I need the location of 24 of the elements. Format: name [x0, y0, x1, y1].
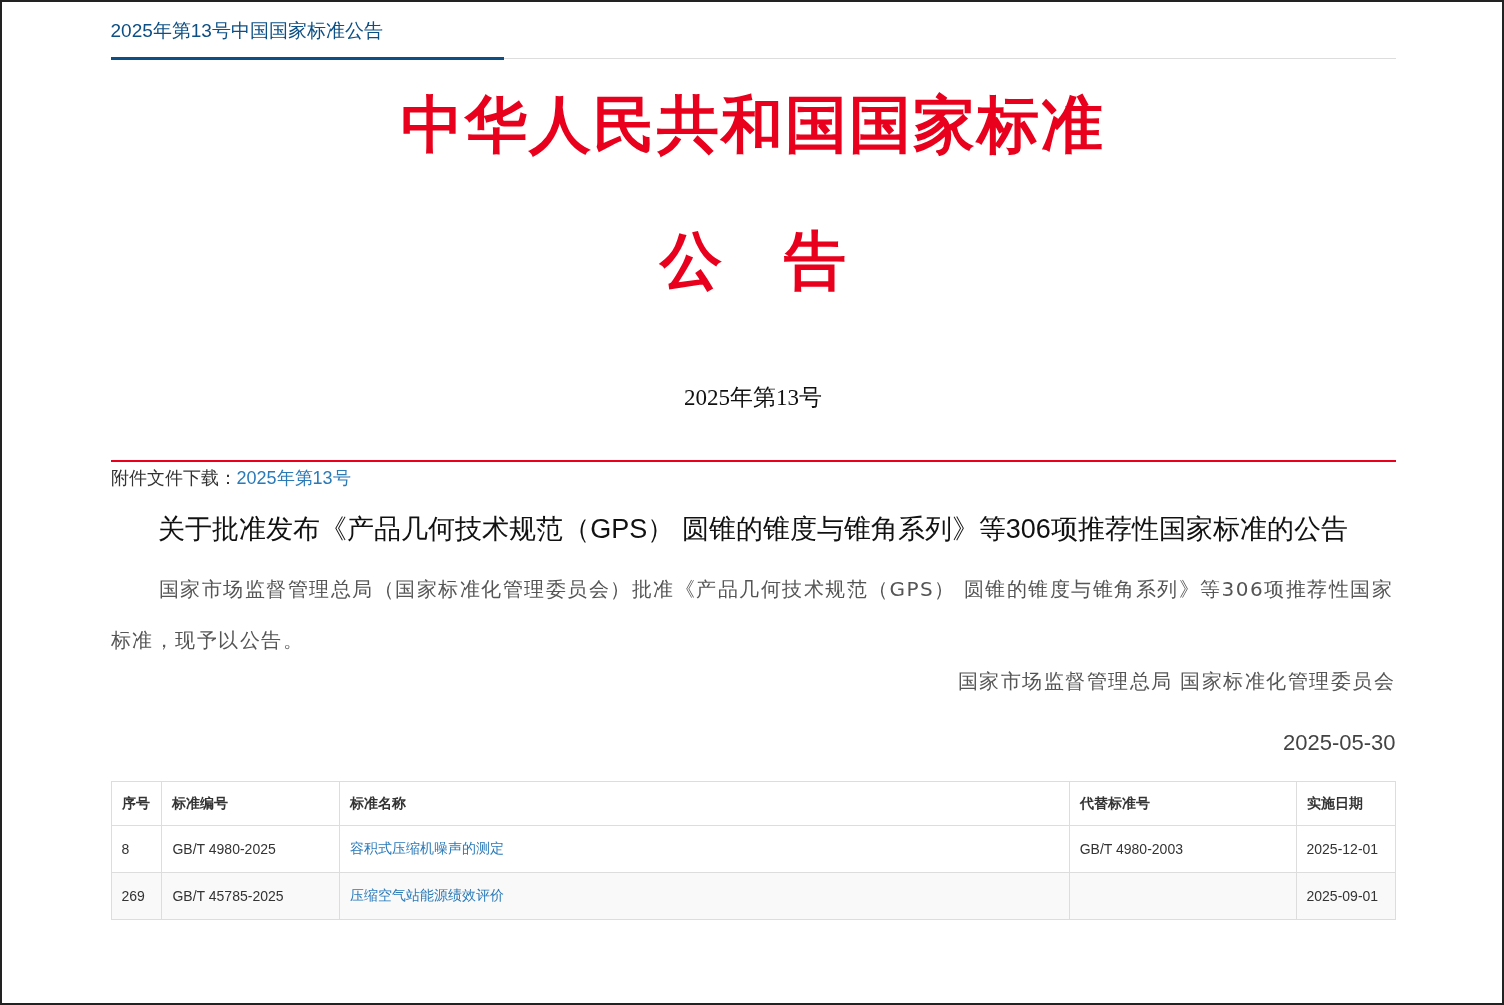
column-header: 标准名称	[339, 781, 1070, 826]
table-cell: 269	[111, 872, 162, 920]
table-cell: GB/T 4980-2003	[1069, 825, 1296, 873]
issuer-text: 国家市场监督管理总局 国家标准化管理委员会	[956, 668, 1396, 695]
table-cell: 8	[111, 825, 162, 873]
column-header: 序号	[111, 781, 162, 826]
issue-date: 2025-05-30	[1281, 729, 1396, 757]
column-header: 标准编号	[162, 781, 340, 826]
table-cell: GB/T 4980-2025	[162, 825, 340, 873]
attachment-label: 附件文件下载：	[110, 467, 237, 490]
column-header: 实施日期	[1296, 781, 1395, 826]
table-cell: 2025-09-01	[1296, 872, 1395, 920]
announcement-number: 2025年第13号	[683, 384, 823, 412]
table-cell: GB/T 45785-2025	[162, 872, 340, 920]
standard-name-link[interactable]: 压缩空气站能源绩效评价	[350, 887, 505, 903]
article-title: 关于批准发布《产品几何技术规范（GPS） 圆锥的锥度与锥角系列》等306项推荐性国家标准的公告	[157, 513, 1349, 546]
document-subheading: 公 告	[658, 223, 847, 299]
attachment-link[interactable]: 2025年第13号	[236, 464, 351, 492]
column-header: 代替标准号	[1069, 781, 1296, 826]
page-title-tab[interactable]: 2025年第13号中国国家标准公告	[110, 18, 504, 60]
table-cell: 2025-12-01	[1296, 825, 1395, 873]
document-heading: 中华人民共和国国家标准	[400, 87, 1106, 163]
standard-name-link[interactable]: 容积式压缩机噪声的测定	[350, 840, 505, 856]
article-body: 国家市场监督管理总局（国家标准化管理委员会）批准《产品几何技术规范（GPS） 圆锥的锥度与锥角系列》等306项推荐性国家标准，现予以公告。	[110, 576, 1395, 654]
